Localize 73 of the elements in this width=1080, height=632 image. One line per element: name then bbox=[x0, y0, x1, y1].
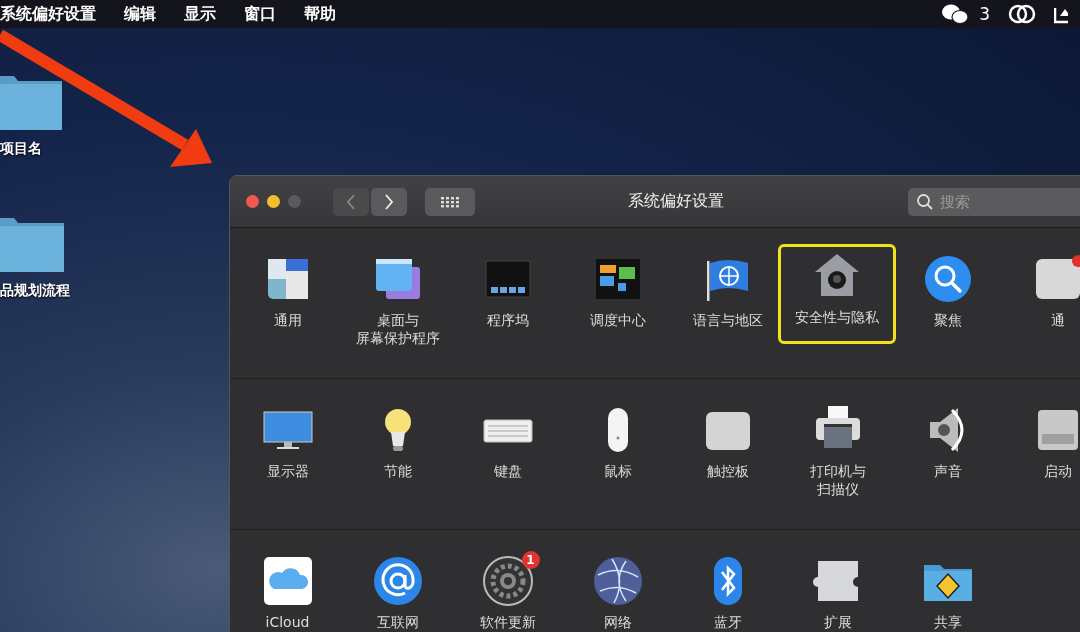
pane-label: 声音 bbox=[933, 462, 962, 480]
preference-pane[interactable]: 共享 bbox=[894, 552, 1001, 632]
notification-badge: 1 bbox=[521, 551, 540, 569]
pane-label: 节能 bbox=[383, 462, 412, 480]
menu-item[interactable]: 帮助 bbox=[304, 3, 336, 25]
preference-pane[interactable]: 调度中心 bbox=[564, 250, 671, 362]
folder-label[interactable]: 项目名 bbox=[0, 140, 64, 158]
preference-pane[interactable]: 互联网 bbox=[344, 552, 451, 632]
pane-label: 程序坞 bbox=[486, 311, 529, 329]
menu-item[interactable]: 窗口 bbox=[244, 3, 276, 25]
preference-pane[interactable]: 扩展 bbox=[784, 552, 891, 632]
pane-label: 桌面与 bbox=[376, 311, 419, 329]
preference-pane[interactable]: 桌面与 屏幕保护程序 bbox=[344, 250, 451, 362]
folder-label[interactable]: 品规划流程 bbox=[0, 282, 70, 300]
linked-rings-icon[interactable] bbox=[1008, 4, 1036, 24]
preference-pane[interactable]: 通 bbox=[1004, 250, 1080, 362]
pane-label: 显示器 bbox=[266, 462, 309, 480]
preference-pane[interactable]: 声音 bbox=[894, 401, 1001, 513]
pane-label: 语言与地区 bbox=[692, 311, 763, 329]
pane-label: 屏幕保护程序 bbox=[355, 329, 440, 347]
unread-count: 3 bbox=[979, 4, 990, 24]
gear-icon bbox=[481, 555, 534, 607]
search-icon bbox=[916, 192, 934, 211]
at-sign-icon bbox=[371, 555, 424, 607]
preference-pane[interactable]: 网络 bbox=[564, 552, 671, 632]
pane-label: 启动 bbox=[1043, 462, 1072, 480]
pane-label: 鼠标 bbox=[603, 462, 632, 480]
preference-pane[interactable]: 安全性与隐私 bbox=[778, 244, 896, 344]
pane-label: 扩展 bbox=[823, 613, 852, 631]
chat-bubbles-icon[interactable] bbox=[941, 3, 970, 25]
preference-pane[interactable]: 显示器 bbox=[234, 401, 341, 513]
preference-pane[interactable]: 语言与地区 bbox=[674, 250, 781, 362]
close-button[interactable] bbox=[246, 195, 259, 208]
preference-pane[interactable]: 键盘 bbox=[454, 401, 561, 513]
menu-item[interactable]: 显示 bbox=[184, 3, 216, 25]
pane-label: 共享 bbox=[933, 613, 962, 631]
minimize-button[interactable] bbox=[267, 195, 280, 208]
preference-pane[interactable]: 通用 bbox=[234, 250, 341, 362]
pane-label: 打印机与 bbox=[809, 462, 866, 480]
search-field[interactable]: 搜索 bbox=[908, 187, 1080, 216]
pane-label: 网络 bbox=[603, 613, 632, 631]
menu-item[interactable]: 系统偏好设置 bbox=[0, 3, 96, 25]
preference-pane[interactable]: 程序坞 bbox=[454, 250, 561, 362]
chevron-left-icon bbox=[346, 193, 356, 210]
pane-label: 通用 bbox=[273, 311, 302, 329]
pane-label: iCloud bbox=[265, 613, 310, 631]
window-title: 系统偏好设置 bbox=[628, 191, 724, 212]
preference-pane[interactable]: 聚焦 bbox=[894, 250, 1001, 362]
pane-label: 扫描仪 bbox=[816, 480, 859, 498]
pane-label: 通 bbox=[1050, 311, 1065, 329]
pane-label: 触控板 bbox=[706, 462, 749, 480]
preference-pane[interactable]: 蓝牙 bbox=[674, 552, 781, 632]
pane-label: 蓝牙 bbox=[713, 613, 742, 631]
forward-button[interactable] bbox=[371, 187, 407, 216]
pane-label: 互联网 bbox=[376, 613, 419, 631]
pane-label: 安全性与隐私 bbox=[795, 308, 879, 326]
preference-pane[interactable]: 1 软件更新 bbox=[454, 552, 561, 632]
pane-label: 键盘 bbox=[493, 462, 522, 480]
preference-pane[interactable]: 节能 bbox=[344, 401, 451, 513]
preference-pane[interactable]: iCloud bbox=[234, 552, 341, 632]
preference-pane[interactable]: 鼠标 bbox=[564, 401, 671, 513]
globe-icon bbox=[591, 555, 644, 607]
pane-label: 聚焦 bbox=[933, 311, 962, 329]
pane-label: 软件更新 bbox=[479, 613, 536, 631]
chevron-right-icon bbox=[384, 193, 394, 210]
menu-item[interactable]: 编辑 bbox=[124, 3, 156, 25]
preference-pane[interactable]: 打印机与 扫描仪 bbox=[784, 401, 891, 513]
grid-icon bbox=[440, 195, 460, 208]
pane-label: 调度中心 bbox=[589, 311, 646, 329]
show-all-button[interactable] bbox=[425, 187, 475, 216]
cloud-icon bbox=[261, 555, 314, 607]
preference-pane[interactable]: 启动 bbox=[1004, 401, 1080, 513]
preference-pane[interactable]: 触控板 bbox=[674, 401, 781, 513]
